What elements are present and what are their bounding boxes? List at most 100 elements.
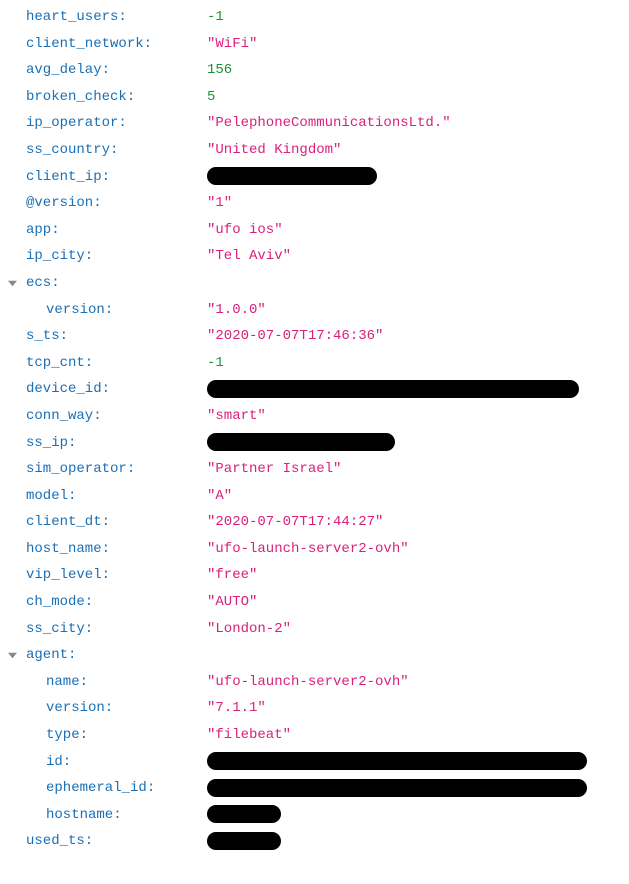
field-key: ecs:	[24, 270, 207, 297]
field-value: "AUTO"	[207, 589, 629, 616]
field-value: "1"	[207, 190, 629, 217]
field-key: client_dt:	[24, 509, 207, 536]
redacted-value	[207, 805, 281, 823]
number-value: -1	[207, 9, 224, 25]
field-row: version:"1.0.0"	[0, 297, 629, 324]
field-value: "filebeat"	[207, 722, 629, 749]
field-key: broken_check:	[24, 84, 207, 111]
field-value: "ufo-launch-server2-ovh"	[207, 669, 629, 696]
field-value: "Partner Israel"	[207, 456, 629, 483]
redacted-value	[207, 752, 587, 770]
field-key: host_name:	[24, 536, 207, 563]
expand-toggle[interactable]	[0, 651, 24, 660]
redacted-value	[207, 167, 377, 185]
field-value: "United Kingdom"	[207, 137, 629, 164]
string-value: "A"	[207, 488, 232, 504]
field-value: "free"	[207, 562, 629, 589]
field-row: id:	[0, 749, 629, 776]
field-key: ss_city:	[24, 616, 207, 643]
field-key: ss_country:	[24, 137, 207, 164]
field-row: conn_way:"smart"	[0, 403, 629, 430]
redacted-value	[207, 380, 579, 398]
field-key: vip_level:	[24, 562, 207, 589]
field-value	[207, 430, 629, 457]
field-key: type:	[24, 722, 207, 749]
field-value: "7.1.1"	[207, 695, 629, 722]
field-row: ecs:	[0, 270, 629, 297]
field-value: "ufo ios"	[207, 217, 629, 244]
field-value	[207, 164, 629, 191]
field-value: 156	[207, 57, 629, 84]
string-value: "2020-07-07T17:46:36"	[207, 328, 383, 344]
field-row: ss_country:"United Kingdom"	[0, 137, 629, 164]
field-key: heart_users:	[24, 4, 207, 31]
field-value	[207, 376, 629, 403]
field-key: tcp_cnt:	[24, 350, 207, 377]
field-row: tcp_cnt:-1	[0, 350, 629, 377]
string-value: "Partner Israel"	[207, 461, 341, 477]
field-row: s_ts:"2020-07-07T17:46:36"	[0, 323, 629, 350]
field-row: app:"ufo ios"	[0, 217, 629, 244]
expand-toggle[interactable]	[0, 279, 24, 288]
field-value: "1.0.0"	[207, 297, 629, 324]
field-row: ip_operator:"PelephoneCommunicationsLtd.…	[0, 110, 629, 137]
field-row: hostname:	[0, 802, 629, 829]
field-row: ip_city:"Tel Aviv"	[0, 243, 629, 270]
field-key: app:	[24, 217, 207, 244]
number-value: -1	[207, 355, 224, 371]
string-value: "1"	[207, 195, 232, 211]
field-key: client_ip:	[24, 164, 207, 191]
field-key: version:	[24, 297, 207, 324]
field-value: -1	[207, 4, 629, 31]
field-value: "Tel Aviv"	[207, 243, 629, 270]
field-key: hostname:	[24, 802, 207, 829]
string-value: "ufo ios"	[207, 222, 283, 238]
field-value: "WiFi"	[207, 31, 629, 58]
field-key: sim_operator:	[24, 456, 207, 483]
field-row: type:"filebeat"	[0, 722, 629, 749]
field-key: ip_operator:	[24, 110, 207, 137]
field-value: "2020-07-07T17:44:27"	[207, 509, 629, 536]
field-value	[207, 828, 629, 855]
field-key: conn_way:	[24, 403, 207, 430]
field-key: ephemeral_id:	[24, 775, 207, 802]
field-key: ss_ip:	[24, 430, 207, 457]
field-key: version:	[24, 695, 207, 722]
string-value: "Tel Aviv"	[207, 248, 291, 264]
field-row: broken_check:5	[0, 84, 629, 111]
string-value: "7.1.1"	[207, 700, 266, 716]
string-value: "United Kingdom"	[207, 142, 341, 158]
string-value: "ufo-launch-server2-ovh"	[207, 541, 409, 557]
field-key: avg_delay:	[24, 57, 207, 84]
field-value: 5	[207, 84, 629, 111]
field-row: vip_level:"free"	[0, 562, 629, 589]
field-value	[207, 775, 629, 802]
field-value: "ufo-launch-server2-ovh"	[207, 536, 629, 563]
field-value: "London-2"	[207, 616, 629, 643]
field-row: version:"7.1.1"	[0, 695, 629, 722]
string-value: "1.0.0"	[207, 302, 266, 318]
field-row: sim_operator:"Partner Israel"	[0, 456, 629, 483]
field-row: name:"ufo-launch-server2-ovh"	[0, 669, 629, 696]
redacted-value	[207, 433, 395, 451]
field-value: "smart"	[207, 403, 629, 430]
field-row: client_dt:"2020-07-07T17:44:27"	[0, 509, 629, 536]
field-value: "PelephoneCommunicationsLtd."	[207, 110, 629, 137]
field-row: ss_city:"London-2"	[0, 616, 629, 643]
string-value: "PelephoneCommunicationsLtd."	[207, 115, 451, 131]
field-key: name:	[24, 669, 207, 696]
field-row: ss_ip:	[0, 430, 629, 457]
field-key: @version:	[24, 190, 207, 217]
field-row: used_ts:	[0, 828, 629, 855]
field-key: agent:	[24, 642, 207, 669]
field-key: ch_mode:	[24, 589, 207, 616]
field-value	[207, 749, 629, 776]
chevron-down-icon	[8, 651, 17, 660]
field-row: client_ip:	[0, 164, 629, 191]
number-value: 156	[207, 62, 232, 78]
field-value: "2020-07-07T17:46:36"	[207, 323, 629, 350]
field-row: avg_delay:156	[0, 57, 629, 84]
field-row: ephemeral_id:	[0, 775, 629, 802]
string-value: "free"	[207, 567, 257, 583]
field-row: client_network:"WiFi"	[0, 31, 629, 58]
